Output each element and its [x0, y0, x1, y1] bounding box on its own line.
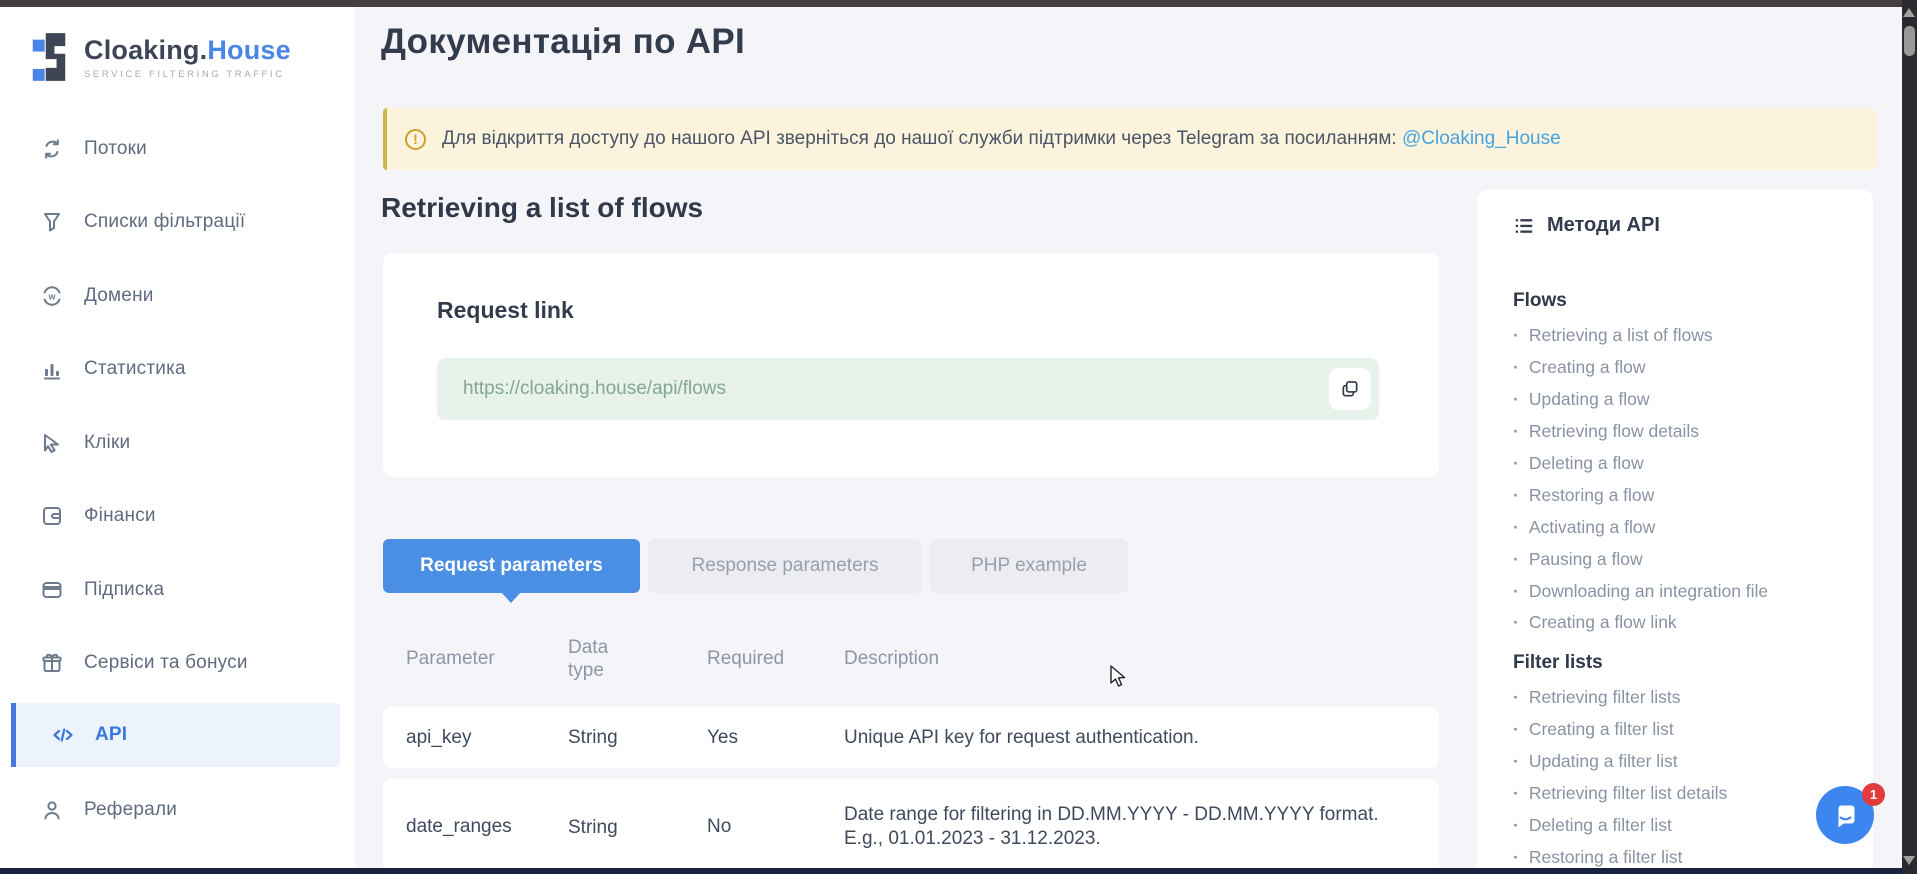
filter-icon — [40, 210, 64, 234]
toc-item[interactable]: Pausing a flow — [1513, 543, 1843, 575]
services-icon — [40, 651, 64, 675]
toc-item[interactable]: Retrieving filter lists — [1513, 682, 1843, 714]
sidebar-item-finance[interactable]: Фінанси — [0, 484, 338, 548]
page-title: Документація по API — [381, 22, 745, 62]
sidebar-item-statistics[interactable]: Статистика — [0, 337, 338, 401]
sidebar-item-services[interactable]: Сервіси та бонуси — [0, 631, 338, 695]
cell-data-type: String — [568, 707, 638, 768]
notification-badge: 1 — [1862, 783, 1885, 806]
sidebar-item-flows[interactable]: Потоки — [0, 117, 338, 181]
domains-icon: w — [40, 284, 64, 308]
toc-group-flows: Flows — [1513, 290, 1843, 312]
col-header-description: Description — [844, 628, 1404, 690]
col-header-data-type: Data type — [568, 628, 638, 690]
toc-group-filter-lists: Filter lists — [1513, 652, 1843, 674]
table-header-row: Parameter Data type Required Description — [383, 628, 1439, 690]
sidebar-item-clicks[interactable]: Кліки — [0, 411, 338, 475]
toc-item[interactable]: Retrieving filter list details — [1513, 778, 1843, 810]
toc-title: Методи API — [1547, 214, 1660, 237]
cell-required: Yes — [707, 707, 827, 768]
window-bottom-edge — [0, 868, 1917, 874]
tab-php-example[interactable]: PHP example — [930, 539, 1128, 593]
copy-icon — [1340, 379, 1360, 399]
tab-response-parameters[interactable]: Response parameters — [648, 539, 922, 593]
stats-icon — [40, 357, 64, 381]
page-scrollbar-track[interactable] — [1902, 0, 1917, 874]
sidebar-item-referrals[interactable]: Реферали — [0, 778, 338, 842]
clicks-icon — [40, 431, 64, 455]
table-row: api_key String Yes Unique API key for re… — [383, 707, 1439, 768]
window-top-edge — [0, 0, 1917, 7]
col-header-required: Required — [707, 628, 827, 690]
page-scrollbar-thumb[interactable] — [1904, 26, 1915, 56]
cell-data-type: String — [568, 779, 638, 874]
brand-name: Cloaking.House — [84, 35, 291, 66]
logo-icon — [28, 31, 70, 83]
toc-item[interactable]: Deleting a flow — [1513, 448, 1843, 480]
sidebar-item-filter-lists[interactable]: Списки фільтрації — [0, 190, 338, 254]
toc-item[interactable]: Downloading an integration file — [1513, 575, 1843, 607]
toc-item[interactable]: Retrieving a list of flows — [1513, 320, 1843, 352]
sidebar: Cloaking.House SERVICE FILTERING TRAFFIC… — [0, 7, 355, 868]
toc-item[interactable]: Updating a filter list — [1513, 746, 1843, 778]
request-url-box: https://cloaking.house/api/flows — [437, 358, 1379, 420]
page-scroll-up-arrow[interactable] — [1903, 8, 1915, 17]
request-link-heading: Request link — [437, 297, 574, 324]
toc-item[interactable]: Deleting a filter list — [1513, 809, 1843, 841]
col-header-parameter: Parameter — [406, 628, 556, 690]
page-scroll-down-arrow[interactable] — [1903, 856, 1915, 865]
list-icon — [1513, 215, 1535, 237]
sidebar-item-subscription[interactable]: Підписка — [0, 558, 338, 622]
tab-request-parameters[interactable]: Request parameters — [383, 539, 640, 593]
sidebar-item-api[interactable]: API — [11, 703, 340, 767]
request-url: https://cloaking.house/api/flows — [463, 378, 726, 400]
toc-item[interactable]: Retrieving flow details — [1513, 416, 1843, 448]
api-access-alert: ! Для відкриття доступу до нашого API зв… — [383, 108, 1877, 170]
toc-item[interactable]: Creating a flow link — [1513, 607, 1843, 639]
cell-parameter: date_ranges — [406, 779, 556, 874]
active-tab-pointer — [501, 592, 521, 603]
request-link-card: Request link https://cloaking.house/api/… — [383, 253, 1439, 477]
telegram-link[interactable]: @Cloaking_House — [1402, 128, 1561, 149]
api-methods-panel: Методи API Flows Retrieving a list of fl… — [1477, 190, 1873, 874]
warning-icon: ! — [405, 129, 426, 150]
finance-icon — [40, 504, 64, 528]
toc-item[interactable]: Updating a flow — [1513, 384, 1843, 416]
cell-description: Date range for filtering in DD.MM.YYYY -… — [844, 779, 1404, 874]
cell-required: No — [707, 779, 827, 874]
chat-bubble-icon — [1830, 800, 1860, 830]
sidebar-item-domains[interactable]: w Домени — [0, 264, 338, 328]
subscription-icon — [40, 578, 64, 602]
cell-description: Unique API key for request authenticatio… — [844, 707, 1404, 768]
sync-icon — [40, 137, 64, 161]
api-icon — [51, 723, 75, 747]
toc-item[interactable]: Creating a filter list — [1513, 714, 1843, 746]
logo[interactable]: Cloaking.House SERVICE FILTERING TRAFFIC — [28, 31, 291, 83]
copy-button[interactable] — [1329, 368, 1371, 410]
toc-item[interactable]: Activating a flow — [1513, 511, 1843, 543]
section-title: Retrieving a list of flows — [381, 192, 703, 224]
table-row: date_ranges String No Date range for fil… — [383, 779, 1439, 874]
cell-parameter: api_key — [406, 707, 556, 768]
toc-item[interactable]: Creating a flow — [1513, 352, 1843, 384]
brand-tagline: SERVICE FILTERING TRAFFIC — [84, 69, 291, 80]
toc-item[interactable]: Restoring a flow — [1513, 479, 1843, 511]
svg-text:w: w — [47, 292, 56, 302]
referrals-icon — [40, 798, 64, 822]
alert-text: Для відкриття доступу до нашого API звер… — [442, 128, 1402, 149]
